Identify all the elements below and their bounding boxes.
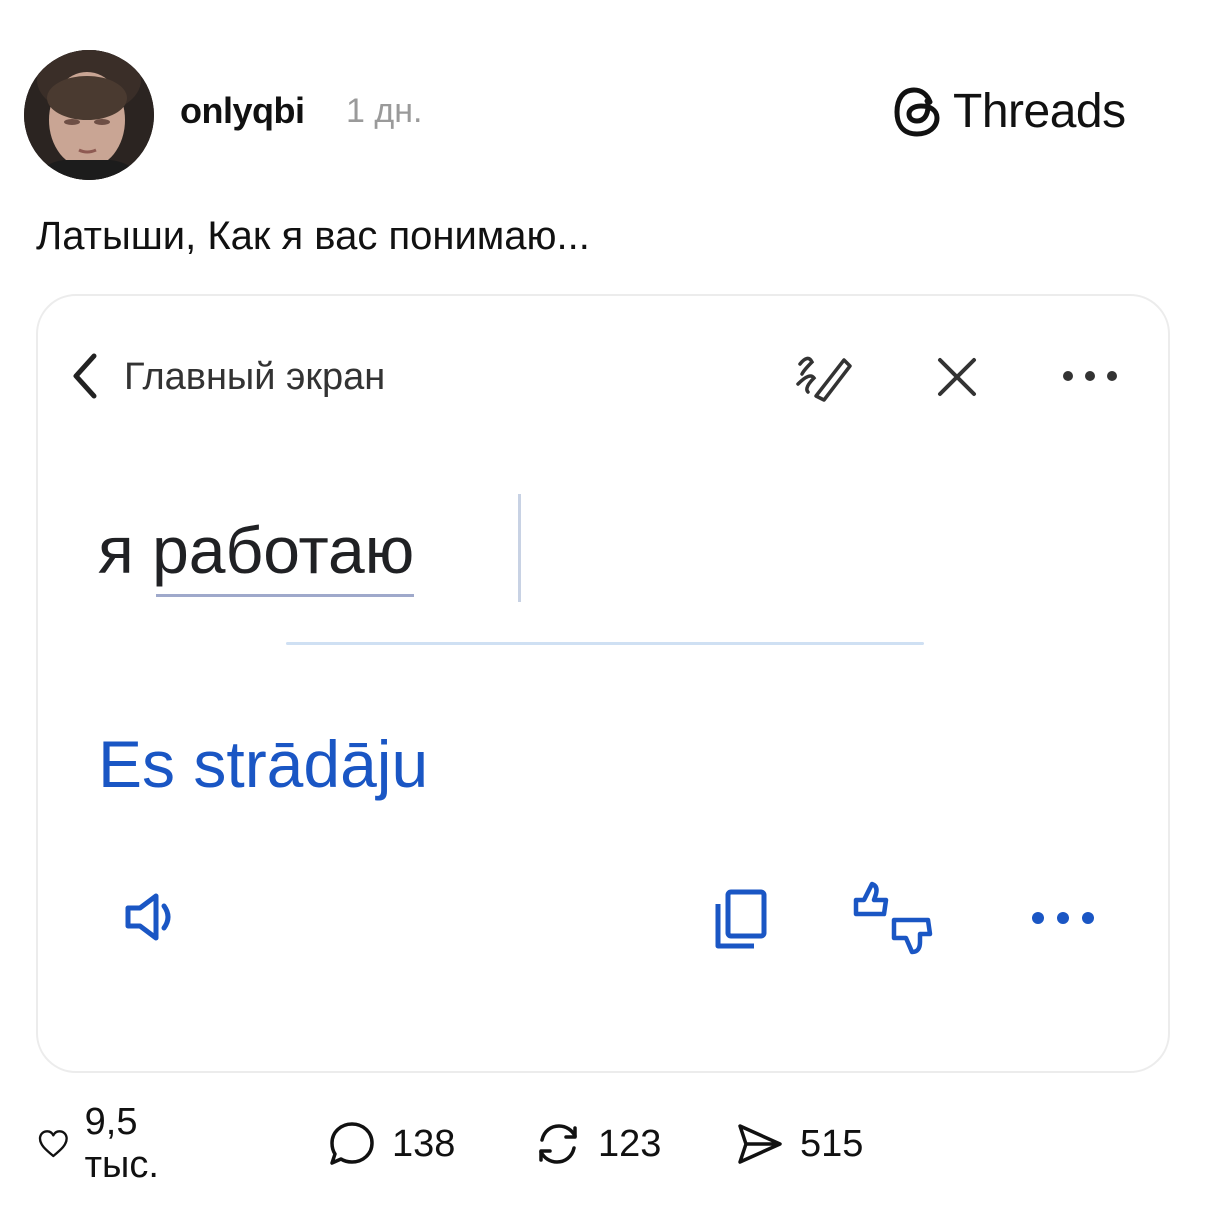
back-chevron-icon	[73, 353, 97, 399]
avatar-photo	[24, 50, 154, 180]
share-count: 515	[800, 1122, 864, 1165]
thumbs-rate-icon	[853, 881, 933, 955]
reply-count: 138	[392, 1122, 456, 1165]
text-caret	[518, 494, 521, 602]
post-caption: Латыши, Как я вас понимаю...	[36, 214, 590, 258]
brand-name: Threads	[953, 85, 1126, 138]
repost-count: 123	[598, 1122, 662, 1165]
source-word: работаю	[152, 513, 415, 587]
source-prefix: я	[98, 513, 153, 587]
translation-text: Es strādāju	[98, 727, 429, 801]
divider	[286, 642, 924, 645]
threads-logo-icon	[894, 86, 940, 137]
handwriting-pen-icon	[796, 356, 852, 402]
post-time: 1 дн.	[346, 92, 423, 130]
source-text: я работаю	[98, 512, 414, 588]
back-label: Главный экран	[124, 356, 386, 398]
send-icon	[738, 1124, 782, 1164]
threads-brand: Threads	[893, 84, 1126, 139]
copy-icon	[715, 889, 767, 949]
close-icon	[938, 358, 976, 396]
more-horizontal-icon	[1032, 912, 1094, 924]
speaker-icon	[125, 893, 171, 941]
username[interactable]: onlyqbi	[180, 90, 305, 132]
heart-icon	[38, 1130, 68, 1158]
repost-button[interactable]: 123	[532, 1118, 661, 1170]
reply-button[interactable]: 138	[326, 1118, 455, 1170]
comment-icon	[330, 1122, 374, 1165]
share-button[interactable]: 515	[734, 1118, 863, 1170]
post-image[interactable]: Главный экран я работаю Es strādāju	[36, 294, 1170, 1073]
avatar[interactable]	[24, 50, 154, 180]
like-count: 9,5 тыс.	[84, 1101, 159, 1186]
like-button[interactable]: 9,5 тыс.	[36, 1101, 176, 1186]
repost-icon	[539, 1124, 577, 1164]
more-horizontal-icon	[1063, 371, 1117, 381]
